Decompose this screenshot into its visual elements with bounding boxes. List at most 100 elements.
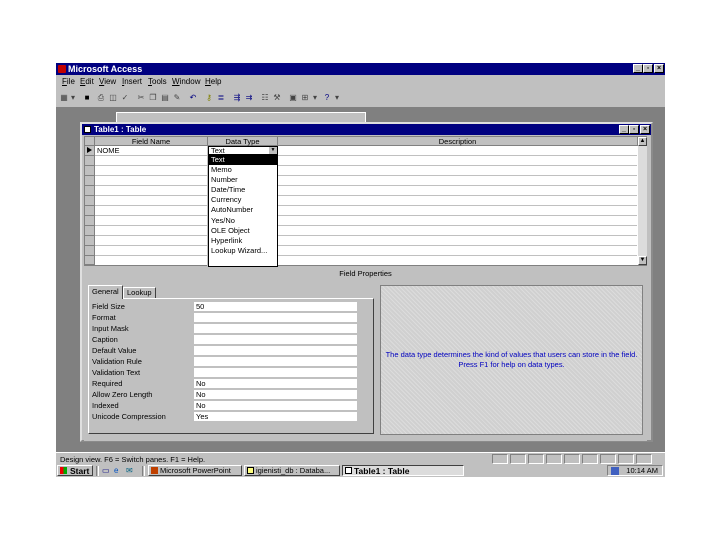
row-selector[interactable] [85,186,95,196]
help-dropdown-icon[interactable]: ▾ [332,93,342,103]
scroll-up-icon[interactable]: ▲ [638,137,647,146]
app-title-bar[interactable]: Microsoft Access _ ▫ × [56,63,665,75]
grid-line [95,165,637,166]
properties-icon[interactable]: ☷ [260,93,270,103]
task-database[interactable]: igienisti_db : Databa... [244,465,340,476]
column-header-data-type[interactable]: Data Type [208,137,278,146]
tab-general[interactable]: General [88,285,123,299]
minimize-button[interactable]: _ [633,64,643,73]
dropdown-arrow-icon[interactable]: ▼ [269,147,277,154]
database-window-icon[interactable]: ▣ [288,93,298,103]
menu-file[interactable]: File [62,77,75,86]
table-restore-button[interactable]: ▫ [629,125,639,134]
row-selector[interactable] [85,166,95,176]
row-selector-current[interactable] [85,146,95,156]
row-selector[interactable] [85,246,95,256]
property-value-caption[interactable] [194,335,357,345]
field-name-cell[interactable]: NOME [97,146,205,155]
menu-insert[interactable]: Insert [122,77,142,86]
insert-rows-icon[interactable]: ⇶ [232,93,242,103]
view-dropdown-icon[interactable]: ▾ [68,93,78,103]
table-window-title-bar[interactable]: Table1 : Table _ ▫ × [82,124,651,135]
delete-rows-icon[interactable]: ⇉ [244,93,254,103]
property-value-format[interactable] [194,313,357,323]
dropdown-option-date-time[interactable]: Date/Time [209,185,277,195]
property-label: Field Size [92,302,125,311]
outlook-express-icon[interactable]: ✉ [126,466,135,475]
table-icon [345,467,352,474]
menu-edit[interactable]: Edit [80,77,94,86]
dropdown-option-yes-no[interactable]: Yes/No [209,216,277,226]
internet-explorer-icon[interactable]: e [114,466,123,475]
dropdown-option-ole-object[interactable]: OLE Object [209,226,277,236]
row-selector[interactable] [85,206,95,216]
format-painter-icon[interactable]: ✎ [172,93,182,103]
property-value-validation-rule[interactable] [194,357,357,367]
tray-scheduler-icon[interactable] [611,467,619,475]
task-powerpoint[interactable]: Microsoft PowerPoint [148,465,242,476]
property-value-unicode-compression[interactable]: Yes [194,412,357,422]
task-table1[interactable]: Table1 : Table [342,465,464,476]
property-value-validation-text[interactable] [194,368,357,378]
column-header-description[interactable]: Description [278,137,638,146]
menu-view[interactable]: View [99,77,116,86]
menu-window[interactable]: Window [172,77,200,86]
dropdown-option-hyperlink[interactable]: Hyperlink [209,236,277,246]
help-icon[interactable]: ? [322,93,332,103]
copy-icon[interactable]: ❐ [148,93,158,103]
dropdown-option-lookup-wizard[interactable]: Lookup Wizard... [209,246,277,256]
row-selector[interactable] [85,216,95,226]
property-value-input-mask[interactable] [194,324,357,334]
scroll-down-icon[interactable]: ▼ [638,256,647,265]
dropdown-option-autonumber[interactable]: AutoNumber [209,205,277,215]
field-properties-label: Field Properties [84,268,647,280]
show-desktop-icon[interactable]: ▭ [102,466,111,475]
row-selector[interactable] [85,156,95,166]
row-selector[interactable] [85,196,95,206]
property-value-indexed[interactable]: No [194,401,357,411]
column-header-field-name[interactable]: Field Name [95,137,208,146]
primary-key-icon[interactable]: ⚷ [204,93,214,103]
new-object-icon[interactable]: ⊞ [300,93,310,103]
dropdown-option-number[interactable]: Number [209,175,277,185]
status-panel [564,454,580,464]
dropdown-option-text[interactable]: Text [209,155,277,166]
restore-button[interactable]: ▫ [643,64,653,73]
access-key-icon [58,65,66,73]
dropdown-option-currency[interactable]: Currency [209,195,277,205]
paste-icon[interactable]: ▤ [160,93,170,103]
property-value-field-size[interactable]: 50 [194,302,357,312]
undo-icon[interactable]: ↶ [188,93,198,103]
dropdown-option-memo[interactable]: Memo [209,165,277,175]
indexes-icon[interactable]: ≣ [216,93,226,103]
property-value-allow-zero-length[interactable]: No [194,390,357,400]
build-icon[interactable]: ⚒ [272,93,282,103]
property-value-required[interactable]: No [194,379,357,389]
current-row-arrow-icon [87,147,92,153]
start-button[interactable]: Start [57,465,93,476]
toolbar: ▦ ▾ ■ ⎙ ◫ ✓ ✂ ❐ ▤ ✎ ↶ ⚷ ≣ ⇶ ⇉ ☷ ⚒ ▣ ⊞ ▾ … [56,90,665,108]
grid-line [95,185,637,186]
cut-icon[interactable]: ✂ [136,93,146,103]
table-icon [84,126,91,133]
row-selector[interactable] [85,226,95,236]
row-selector[interactable] [85,236,95,246]
new-object-dropdown-icon[interactable]: ▾ [310,93,320,103]
row-selector[interactable] [85,176,95,186]
clock[interactable]: 10:14 AM [626,466,658,475]
menu-help[interactable]: Help [205,77,221,86]
status-panel [546,454,562,464]
property-value-default-value[interactable] [194,346,357,356]
menu-tools[interactable]: Tools [148,77,167,86]
description-cell[interactable] [280,146,636,155]
print-preview-icon[interactable]: ◫ [108,93,118,103]
tab-lookup[interactable]: Lookup [123,287,156,298]
close-button[interactable]: × [654,64,664,73]
spelling-icon[interactable]: ✓ [120,93,130,103]
table-close-button[interactable]: × [640,125,650,134]
print-icon[interactable]: ⎙ [96,93,106,103]
save-icon[interactable]: ■ [82,93,92,103]
grid-vertical-scrollbar[interactable]: ▲ ▼ [638,137,647,265]
row-selector[interactable] [85,256,95,265]
table-minimize-button[interactable]: _ [619,125,629,134]
